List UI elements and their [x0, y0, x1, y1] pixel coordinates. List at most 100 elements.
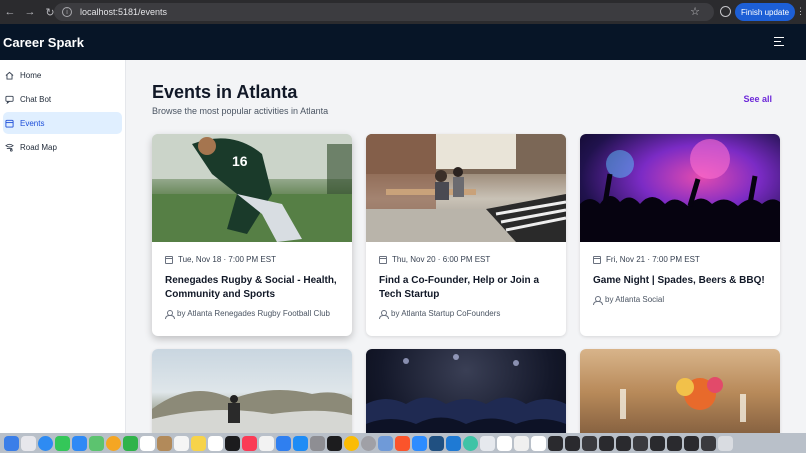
news-icon[interactable] [259, 435, 274, 451]
freeform-icon[interactable] [208, 435, 223, 451]
site-info-icon[interactable]: i [62, 7, 72, 17]
event-date-text: Thu, Nov 20 · 6:00 PM EST [392, 255, 491, 264]
window-thumbnail-icon[interactable] [701, 435, 716, 451]
facetime-icon[interactable] [123, 435, 138, 451]
preview-icon[interactable] [378, 435, 393, 451]
contacts-icon[interactable] [157, 435, 172, 451]
edge-icon[interactable] [463, 435, 478, 451]
window-thumbnail-icon[interactable] [633, 435, 648, 451]
window-thumbnail-icon[interactable] [565, 435, 580, 451]
calendar-icon [379, 255, 387, 264]
person-icon [165, 309, 175, 319]
dock [0, 433, 806, 453]
event-host: by Atlanta Social [593, 295, 767, 305]
sidebar-item-road-map[interactable]: Road Map [3, 136, 122, 158]
event-title[interactable]: Find a Co-Founder, Help or Join a Tech S… [379, 274, 553, 302]
folder-icon[interactable] [480, 435, 495, 451]
event-card[interactable] [366, 349, 566, 433]
profile-icon[interactable] [720, 6, 731, 17]
window-thumbnail-icon[interactable] [667, 435, 682, 451]
sidebar-item-events[interactable]: Events [3, 112, 122, 134]
window-thumbnail-icon[interactable] [599, 435, 614, 451]
sidebar-item-home[interactable]: Home [3, 64, 122, 86]
chrome-icon[interactable] [344, 435, 359, 451]
window-thumbnail-icon[interactable] [514, 435, 529, 451]
vscode-icon[interactable] [446, 435, 461, 451]
event-image [366, 134, 566, 242]
event-image [366, 349, 566, 433]
window-thumbnail-icon[interactable] [531, 435, 546, 451]
svg-text:16: 16 [232, 153, 248, 169]
safari-icon[interactable] [38, 435, 53, 451]
keynote-icon[interactable] [276, 435, 291, 451]
mail-icon[interactable] [72, 435, 87, 451]
settings-gear-icon[interactable] [361, 435, 376, 451]
messages-icon[interactable] [55, 435, 70, 451]
browser-menu-icon[interactable]: ⋮ [796, 6, 805, 17]
sourcetree-icon[interactable] [429, 435, 444, 451]
finish-update-button[interactable]: Finish update [735, 3, 796, 21]
menu-toggle-icon[interactable] [774, 37, 784, 46]
trash-icon[interactable] [718, 435, 733, 451]
home-icon [5, 71, 14, 80]
event-image: 16 [152, 134, 352, 242]
event-host-text: by Atlanta Social [605, 295, 665, 304]
event-date-text: Fri, Nov 21 · 7:00 PM EST [606, 255, 700, 264]
chat-icon [5, 95, 14, 104]
app-header: Career Spark [0, 24, 806, 60]
calendar-icon [593, 255, 601, 264]
maps-icon[interactable] [89, 435, 104, 451]
window-thumbnail-icon[interactable] [582, 435, 597, 451]
terminal-icon[interactable] [327, 435, 342, 451]
browser-toolbar: ← → ↻ i localhost:5181/events ☆ Finish u… [0, 0, 806, 24]
reminders-icon[interactable] [174, 435, 189, 451]
event-host: by Atlanta Startup CoFounders [379, 309, 553, 319]
event-date: Fri, Nov 21 · 7:00 PM EST [593, 255, 767, 264]
sidebar-item-label: Chat Bot [20, 94, 52, 104]
sidebar-item-label: Home [20, 70, 42, 80]
window-thumbnail-icon[interactable] [616, 435, 631, 451]
event-card[interactable] [152, 349, 352, 433]
app-store-icon[interactable] [293, 435, 308, 451]
event-card[interactable]: Thu, Nov 20 · 6:00 PM EST Find a Co-Foun… [366, 134, 566, 336]
map-icon [5, 143, 14, 152]
finder-icon[interactable] [4, 435, 19, 451]
window-thumbnail-icon[interactable] [497, 435, 512, 451]
sidebar-item-label: Events [20, 118, 45, 128]
system-settings-icon[interactable] [310, 435, 325, 451]
brave-icon[interactable] [395, 435, 410, 451]
calendar-icon [165, 255, 173, 264]
sidebar-item-label: Road Map [20, 142, 57, 152]
person-icon [593, 295, 603, 305]
brand-logo-text[interactable]: Career Spark [3, 35, 84, 50]
forward-arrow-icon[interactable]: → [22, 4, 38, 20]
event-title[interactable]: Game Night | Spades, Beers & BBQ! [593, 274, 767, 288]
window-thumbnail-icon[interactable] [548, 435, 563, 451]
see-all-link[interactable]: See all [743, 94, 772, 104]
sidebar: Home Chat Bot Events Road Map [0, 60, 126, 433]
page-title: Events in Atlanta [152, 82, 298, 102]
page-subtitle: Browse the most popular activities in At… [152, 106, 329, 116]
event-card[interactable] [580, 349, 780, 433]
photos-icon[interactable] [106, 435, 121, 451]
bookmark-star-icon[interactable]: ☆ [690, 5, 700, 18]
event-card[interactable]: Fri, Nov 21 · 7:00 PM EST Game Night | S… [580, 134, 780, 336]
zoom-icon[interactable] [412, 435, 427, 451]
event-card[interactable]: 16 Tue, Nov 18 · 7:00 PM EST Renegades R… [152, 134, 352, 336]
music-icon[interactable] [242, 435, 257, 451]
calendar-icon [5, 119, 14, 128]
event-image [152, 349, 352, 433]
launchpad-icon[interactable] [21, 435, 36, 451]
event-date-text: Tue, Nov 18 · 7:00 PM EST [178, 255, 276, 264]
address-bar[interactable]: i localhost:5181/events ☆ [54, 3, 714, 21]
back-arrow-icon[interactable]: ← [2, 4, 18, 20]
calendar-app-icon[interactable] [140, 435, 155, 451]
event-host-text: by Atlanta Startup CoFounders [391, 309, 501, 318]
notes-icon[interactable] [191, 435, 206, 451]
window-thumbnail-icon[interactable] [684, 435, 699, 451]
event-date: Thu, Nov 20 · 6:00 PM EST [379, 255, 553, 264]
event-title[interactable]: Renegades Rugby & Social - Health, Commu… [165, 274, 339, 302]
window-thumbnail-icon[interactable] [650, 435, 665, 451]
tv-icon[interactable] [225, 435, 240, 451]
sidebar-item-chat-bot[interactable]: Chat Bot [3, 88, 122, 110]
